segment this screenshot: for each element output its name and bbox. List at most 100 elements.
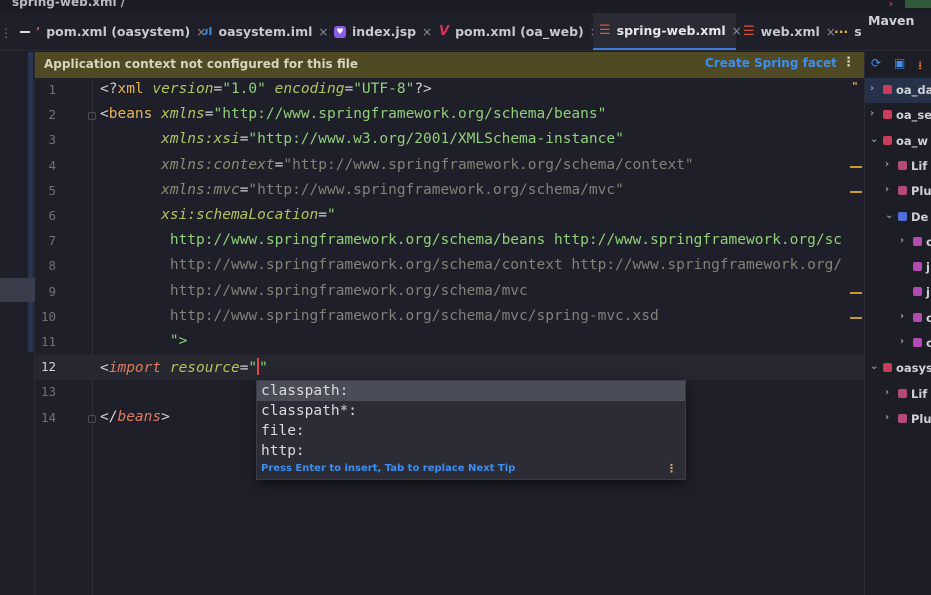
line-number[interactable]: 5 xyxy=(35,183,56,198)
code-token: = xyxy=(318,207,327,223)
code-line[interactable]: 1 <?xml version="1.0" encoding="UTF-8"?> xyxy=(35,78,864,103)
completion-item[interactable]: file: xyxy=(257,421,685,441)
tab-pom-oasystem[interactable]: ʼ pom.xml (oasystem) × xyxy=(14,13,212,50)
git-branch-widget[interactable] xyxy=(905,0,931,8)
chevron-right-icon[interactable]: › xyxy=(900,311,904,322)
maven-tree-item[interactable]: › oa_da xyxy=(865,78,931,103)
line-number[interactable]: 7 xyxy=(35,233,56,248)
code-line[interactable]: 9 http://www.springframework.org/schema/… xyxy=(35,280,864,305)
chevron-down-icon[interactable]: ⌄ xyxy=(870,134,878,145)
line-number[interactable]: 14 xyxy=(35,410,56,425)
code-text[interactable]: xmlns:xsi="http://www.w3.org/2001/XMLSch… xyxy=(100,131,624,147)
code-text[interactable]: <beans xmlns="http://www.springframework… xyxy=(100,106,606,122)
maven-tool-window-title[interactable]: Maven xyxy=(868,13,914,50)
tab-overflow-left-icon[interactable]: ⋮ xyxy=(0,26,12,40)
maven-tree-item[interactable]: › Lif xyxy=(865,382,931,407)
tab-oasystem-iml[interactable]: ᴊI oasystem.iml × xyxy=(197,13,334,50)
close-icon[interactable]: × xyxy=(318,25,328,39)
code-line[interactable]: 4 xmlns:context="http://www.springframew… xyxy=(35,154,864,179)
completion-item[interactable]: http: xyxy=(257,441,685,461)
tab-spring-web-xml[interactable]: ☰ spring-web.xml × xyxy=(593,13,742,50)
fold-marker-icon[interactable] xyxy=(88,112,96,121)
code-line[interactable]: 8 http://www.springframework.org/schema/… xyxy=(35,254,864,279)
code-text[interactable]: http://www.springframework.org/schema/co… xyxy=(100,257,842,273)
maven-tree-item[interactable]: ⌄ oasys xyxy=(865,356,931,381)
code-text[interactable]: <import resource=" " xyxy=(100,358,268,376)
maven-tree-item[interactable]: › Plu xyxy=(865,179,931,204)
code-text[interactable]: <?xml version="1.0" encoding="UTF-8"?> xyxy=(100,81,432,97)
chevron-right-icon[interactable]: › xyxy=(900,235,904,246)
breadcrumb-item[interactable]: spring-web.xml / xyxy=(12,0,125,9)
code-editor[interactable]: " 1 <?xml version="1.0" encoding="UTF-8"?… xyxy=(35,78,864,595)
code-line[interactable]: 10 http://www.springframework.org/schema… xyxy=(35,305,864,330)
code-text[interactable]: </beans> xyxy=(100,409,170,425)
warning-stripe-marker[interactable] xyxy=(850,165,862,168)
line-number[interactable]: 12 xyxy=(35,359,56,374)
maven-tree-item[interactable]: j xyxy=(865,255,931,280)
fold-marker-icon[interactable] xyxy=(88,414,96,423)
create-spring-facet-link[interactable]: Create Spring facet xyxy=(705,56,837,70)
maven-tree-item[interactable]: ›c xyxy=(865,331,931,356)
warning-stripe-marker[interactable] xyxy=(850,190,862,193)
code-line[interactable]: 12 <import resource=" " xyxy=(35,355,864,381)
line-number[interactable]: 1 xyxy=(35,82,56,97)
completion-tip[interactable]: Press Enter to insert, Tab to replace Ne… xyxy=(261,463,515,474)
add-maven-project-icon[interactable]: ▣ xyxy=(894,56,905,70)
chevron-right-icon[interactable]: › xyxy=(885,387,889,398)
line-number[interactable]: 13 xyxy=(35,384,56,399)
completion-item[interactable]: classpath: xyxy=(257,381,685,401)
completion-item[interactable]: classpath*: xyxy=(257,401,685,421)
code-text[interactable]: "> xyxy=(100,333,187,349)
maven-tree-item[interactable]: j xyxy=(865,280,931,305)
warning-stripe-marker[interactable] xyxy=(850,316,862,319)
code-text[interactable]: xmlns:mvc="http://www.springframework.or… xyxy=(100,182,624,198)
reload-icon[interactable]: ⟳ xyxy=(871,56,881,70)
warning-stripe-marker[interactable] xyxy=(850,291,862,294)
code-text[interactable]: http://www.springframework.org/schema/be… xyxy=(100,232,842,248)
maven-tree-item[interactable]: ›c xyxy=(865,230,931,255)
line-number[interactable]: 6 xyxy=(35,208,56,223)
code-line[interactable]: 3 xmlns:xsi="http://www.w3.org/2001/XMLS… xyxy=(35,128,864,153)
code-text[interactable]: http://www.springframework.org/schema/mv… xyxy=(100,283,528,299)
maven-tree-item[interactable]: ⌄ De xyxy=(865,205,931,230)
code-completion-popup[interactable]: Press Enter to insert, Tab to replace Ne… xyxy=(256,380,686,480)
line-number[interactable]: 4 xyxy=(35,158,56,173)
line-number[interactable]: 3 xyxy=(35,132,56,147)
maven-tree-item[interactable]: › Plu xyxy=(865,407,931,432)
line-number[interactable]: 8 xyxy=(35,258,56,273)
line-number[interactable]: 10 xyxy=(35,309,56,324)
tab-overflow[interactable]: ··· s xyxy=(832,13,864,50)
download-icon[interactable]: ⭳ xyxy=(918,56,922,77)
code-line[interactable]: 11 "> xyxy=(35,330,864,355)
tab-web-xml[interactable]: ☰ web.xml × xyxy=(737,13,842,50)
maven-tree-item[interactable]: › Lif xyxy=(865,154,931,179)
tab-index-jsp[interactable]: ♥ index.jsp × xyxy=(328,13,438,50)
maven-tree-item[interactable]: ⌄ oa_w xyxy=(865,129,931,154)
close-icon[interactable]: × xyxy=(422,25,432,39)
chevron-right-icon[interactable]: › xyxy=(885,184,889,195)
code-text[interactable]: http://www.springframework.org/schema/mv… xyxy=(100,308,659,324)
code-line[interactable]: 6 xsi:schemaLocation=" xyxy=(35,204,864,229)
line-number[interactable]: 11 xyxy=(35,334,56,349)
chevron-down-icon[interactable]: ⌄ xyxy=(885,210,893,221)
code-text[interactable]: xmlns:context="http://www.springframewor… xyxy=(100,157,694,173)
code-text[interactable]: xsi:schemaLocation=" xyxy=(100,207,336,223)
chevron-right-icon[interactable]: › xyxy=(885,412,889,423)
chevron-icon[interactable]: › xyxy=(889,0,893,10)
chevron-right-icon[interactable]: › xyxy=(870,83,874,94)
chevron-right-icon[interactable]: › xyxy=(870,108,874,119)
banner-more-icon[interactable]: ⋮ xyxy=(842,55,855,70)
code-line[interactable]: 7 http://www.springframework.org/schema/… xyxy=(35,229,864,254)
line-number[interactable]: 9 xyxy=(35,284,56,299)
code-line[interactable]: 5 xmlns:mvc="http://www.springframework.… xyxy=(35,179,864,204)
chevron-right-icon[interactable]: › xyxy=(900,336,904,347)
chevron-right-icon[interactable]: › xyxy=(885,159,889,170)
tab-pom-oa-web[interactable]: V pom.xml (oa_web) × xyxy=(433,13,606,50)
tab-label: pom.xml (oa_web) xyxy=(455,24,584,39)
chevron-down-icon[interactable]: ⌄ xyxy=(870,361,878,372)
maven-tree-item[interactable]: › oa_se xyxy=(865,103,931,128)
maven-tree-item[interactable]: ›c xyxy=(865,306,931,331)
line-number[interactable]: 2 xyxy=(35,107,56,122)
completion-more-icon[interactable]: ⋮ xyxy=(666,462,677,475)
code-line[interactable]: 2 <beans xmlns="http://www.springframewor… xyxy=(35,103,864,128)
